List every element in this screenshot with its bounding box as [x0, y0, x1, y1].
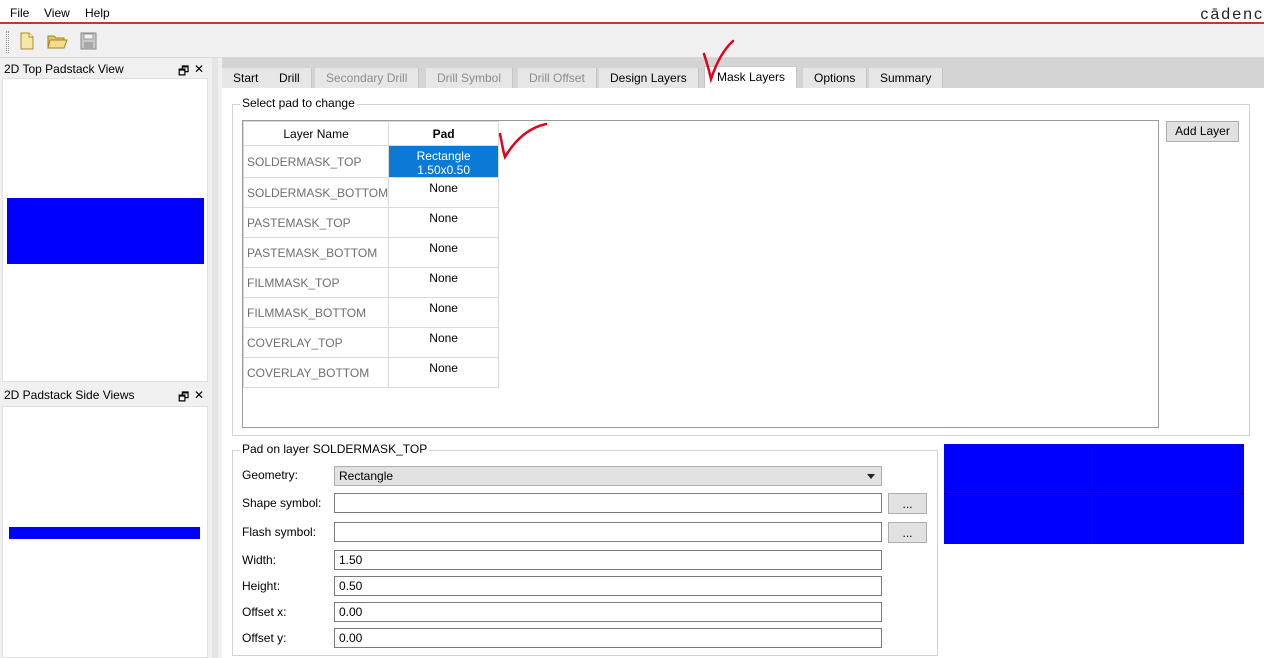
mask-layer-grid: Layer Name Pad SOLDERMASK_TOP Rectangle …	[242, 121, 500, 388]
select-pad-group-title: Select pad to change	[240, 96, 357, 110]
menu-view[interactable]: View	[44, 6, 70, 20]
layer-name-cell[interactable]: FILMMASK_TOP	[242, 267, 390, 298]
check-mark-annotation-icon	[498, 122, 548, 161]
preview-crosshair-horizontal	[944, 493, 1244, 494]
menu-file[interactable]: File	[10, 6, 29, 20]
toolbar-grip[interactable]	[6, 31, 9, 53]
flash-symbol-label: Flash symbol:	[242, 525, 317, 539]
pad-preview	[944, 444, 1244, 544]
tab-summary[interactable]: Summary	[869, 68, 944, 88]
table-row[interactable]: FILMMASK_BOTTOM None	[242, 297, 500, 328]
add-layer-button[interactable]: Add Layer	[1166, 121, 1239, 142]
tab-drill[interactable]: Drill	[268, 68, 312, 88]
geometry-label: Geometry:	[242, 468, 299, 482]
new-file-icon[interactable]	[15, 30, 39, 52]
flash-symbol-browse-button[interactable]: ...	[888, 522, 927, 543]
tab-drill-offset[interactable]: Drill Offset	[518, 68, 597, 88]
top-padstack-view-dock: 2D Top Padstack View 🗗 ✕	[0, 60, 208, 382]
table-row[interactable]: FILMMASK_TOP None	[242, 267, 500, 298]
layer-name-cell[interactable]: SOLDERMASK_BOTTOM	[242, 177, 390, 208]
save-icon[interactable]	[76, 30, 100, 52]
side-view-canvas	[2, 406, 208, 658]
pad-cell[interactable]: None	[388, 267, 500, 298]
pad-cell[interactable]: None	[388, 237, 500, 268]
dock-splitter[interactable]	[212, 58, 218, 658]
tab-design-layers[interactable]: Design Layers	[599, 68, 699, 88]
menu-bar: File View Help cādenc	[0, 0, 1264, 24]
open-folder-icon[interactable]	[45, 30, 69, 52]
pad-cell[interactable]: None	[388, 207, 500, 238]
layer-name-cell[interactable]: PASTEMASK_BOTTOM	[242, 237, 390, 268]
tab-secondary-drill[interactable]: Secondary Drill	[315, 68, 420, 88]
geometry-value: Rectangle	[339, 469, 394, 483]
pad-cell[interactable]: None	[388, 357, 500, 388]
layer-name-cell[interactable]: COVERLAY_BOTTOM	[242, 357, 390, 388]
column-header-pad[interactable]: Pad	[388, 121, 500, 146]
dock-title: 2D Padstack Side Views	[0, 386, 208, 404]
menu-help[interactable]: Help	[85, 6, 110, 20]
pad-cell[interactable]: None	[388, 327, 500, 358]
mask-layer-table: Layer Name Pad SOLDERMASK_TOP Rectangle …	[242, 120, 1159, 428]
table-row[interactable]: COVERLAY_BOTTOM None	[242, 357, 500, 388]
pad-cell[interactable]: None	[388, 297, 500, 328]
side-padstack-view-dock: 2D Padstack Side Views 🗗 ✕	[0, 386, 208, 658]
tab-drill-symbol[interactable]: Drill Symbol	[426, 68, 514, 88]
layer-name-cell[interactable]: COVERLAY_TOP	[242, 327, 390, 358]
column-header-layer-name[interactable]: Layer Name	[242, 121, 390, 146]
top-view-canvas	[2, 78, 208, 382]
toolbar	[0, 26, 1264, 58]
table-row[interactable]: SOLDERMASK_BOTTOM None	[242, 177, 500, 208]
layer-name-cell[interactable]: FILMMASK_BOTTOM	[242, 297, 390, 328]
geometry-dropdown[interactable]: Rectangle	[334, 466, 882, 486]
pad-top-shape	[7, 198, 204, 264]
shape-symbol-input[interactable]	[334, 493, 882, 513]
tab-options[interactable]: Options	[803, 68, 868, 88]
close-icon[interactable]: ✕	[194, 62, 204, 76]
table-row[interactable]: SOLDERMASK_TOP Rectangle 1.50x0.50	[242, 145, 500, 178]
preview-crosshair-vertical	[1093, 444, 1094, 544]
chevron-down-icon	[867, 474, 875, 479]
tab-bar: Start Drill Secondary Drill Drill Symbol…	[222, 58, 1264, 89]
close-icon[interactable]: ✕	[194, 388, 204, 402]
width-label: Width:	[242, 553, 277, 567]
check-mark-annotation-icon	[702, 39, 735, 84]
pad-cell[interactable]: None	[388, 177, 500, 208]
table-row[interactable]: COVERLAY_TOP None	[242, 327, 500, 358]
pad-side-shape	[9, 527, 200, 539]
cadence-logo: cādenc	[1200, 6, 1264, 23]
offset-y-label: Offset y:	[242, 631, 287, 645]
width-input[interactable]: 1.50	[334, 550, 882, 570]
shape-symbol-label: Shape symbol:	[242, 496, 322, 510]
tab-start[interactable]: Start	[222, 68, 271, 88]
height-input[interactable]: 0.50	[334, 576, 882, 596]
pad-cell-selected[interactable]: Rectangle 1.50x0.50	[388, 145, 500, 178]
layer-name-cell[interactable]: PASTEMASK_TOP	[242, 207, 390, 238]
height-label: Height:	[242, 579, 281, 593]
offset-x-input[interactable]: 0.00	[334, 602, 882, 622]
dock-title: 2D Top Padstack View	[0, 60, 208, 78]
offset-y-input[interactable]: 0.00	[334, 628, 882, 648]
pad-on-layer-group-title: Pad on layer SOLDERMASK_TOP	[240, 442, 430, 456]
table-row[interactable]: PASTEMASK_BOTTOM None	[242, 237, 500, 268]
flash-symbol-input[interactable]	[334, 522, 882, 542]
table-row[interactable]: PASTEMASK_TOP None	[242, 207, 500, 238]
shape-symbol-browse-button[interactable]: ...	[888, 493, 927, 514]
layer-name-cell[interactable]: SOLDERMASK_TOP	[242, 145, 390, 178]
offset-x-label: Offset x:	[242, 605, 287, 619]
